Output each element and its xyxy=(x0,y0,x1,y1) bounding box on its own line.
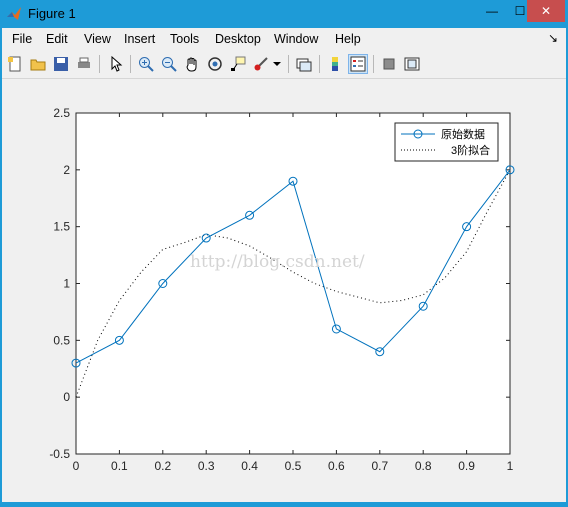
legend-raw-label: 原始数据 xyxy=(441,127,485,141)
x-tick-label: 0.4 xyxy=(241,459,258,473)
x-tick-label: 0.6 xyxy=(328,459,345,473)
legend-fit-label: 3阶拟合 xyxy=(451,143,490,157)
legend-icon[interactable] xyxy=(348,54,368,74)
y-tick-label: 0.5 xyxy=(53,333,70,347)
pan-hand-icon[interactable] xyxy=(182,54,202,74)
menu-window[interactable]: Window xyxy=(274,32,318,46)
y-tick-label: 0 xyxy=(63,390,70,404)
open-file-icon[interactable] xyxy=(28,54,48,74)
window-title: Figure 1 xyxy=(28,6,76,21)
figure-window: Figure 1 — ☐ ✕ File Edit View Insert Too… xyxy=(0,0,568,504)
x-tick-label: 0.1 xyxy=(111,459,128,473)
dock-figure-icon[interactable]: ↘ xyxy=(548,31,558,45)
new-figure-icon[interactable] xyxy=(5,54,25,74)
x-tick-label: 0.2 xyxy=(154,459,171,473)
data-cursor-icon[interactable] xyxy=(228,54,248,74)
y-tick-label: 1 xyxy=(63,277,70,291)
title-bar[interactable]: Figure 1 — ☐ ✕ xyxy=(0,0,568,28)
watermark-text: http://blog.csdn.net/ xyxy=(190,252,365,272)
print-icon[interactable] xyxy=(74,54,94,74)
y-tick-label: 2.5 xyxy=(53,106,70,120)
hide-plot-tools-icon[interactable] xyxy=(379,54,399,74)
menu-tools[interactable]: Tools xyxy=(170,32,199,46)
matlab-logo-icon xyxy=(6,6,22,22)
brush-icon[interactable] xyxy=(251,54,271,74)
toolbar-separator xyxy=(130,55,131,73)
close-button[interactable]: ✕ xyxy=(527,0,565,22)
toolbar-separator xyxy=(319,55,320,73)
toolbar-separator xyxy=(373,55,374,73)
x-tick-label: 0.8 xyxy=(415,459,432,473)
y-tick-label: 2 xyxy=(63,163,70,177)
y-tick-label: -0.5 xyxy=(49,447,70,461)
pointer-icon[interactable] xyxy=(106,54,126,74)
menu-help[interactable]: Help xyxy=(335,32,361,46)
x-tick-label: 0.9 xyxy=(458,459,475,473)
brush-dropdown-icon[interactable] xyxy=(272,54,282,74)
menu-bar: File Edit View Insert Tools Desktop Wind… xyxy=(2,28,566,50)
show-plot-tools-icon[interactable] xyxy=(402,54,422,74)
menu-file[interactable]: File xyxy=(12,32,32,46)
x-tick-label: 0.3 xyxy=(198,459,215,473)
toolbar-separator xyxy=(99,55,100,73)
menu-edit[interactable]: Edit xyxy=(46,32,68,46)
x-tick-label: 1 xyxy=(507,459,514,473)
menu-desktop[interactable]: Desktop xyxy=(215,32,261,46)
menu-insert[interactable]: Insert xyxy=(124,32,155,46)
zoom-in-icon[interactable] xyxy=(136,54,156,74)
link-plot-icon[interactable] xyxy=(294,54,314,74)
colorbar-icon[interactable] xyxy=(325,54,345,74)
x-tick-label: 0 xyxy=(73,459,80,473)
figure-canvas: 0 0.1 0.2 0.3 0.4 0.5 0.6 0.7 0.8 0.9 1 -0.5 0 0.5 1 1.… xyxy=(2,79,566,502)
rotate-3d-icon[interactable] xyxy=(205,54,225,74)
menu-view[interactable]: View xyxy=(84,32,111,46)
plot-svg[interactable]: 0 0.1 0.2 0.3 0.4 0.5 0.6 0.7 0.8 0.9 1-0.500.511.… xyxy=(2,79,566,502)
toolbar-separator xyxy=(288,55,289,73)
minimize-button[interactable]: — xyxy=(477,0,507,22)
figure-client-area: File Edit View Insert Tools Desktop Wind… xyxy=(2,28,566,502)
y-tick-label: 1.5 xyxy=(53,220,70,234)
zoom-out-icon[interactable] xyxy=(159,54,179,74)
save-icon[interactable] xyxy=(51,54,71,74)
axes-box[interactable] xyxy=(75,112,511,455)
figure-toolbar xyxy=(2,50,566,79)
x-tick-label: 0.5 xyxy=(285,459,302,473)
x-tick-label: 0.7 xyxy=(371,459,388,473)
